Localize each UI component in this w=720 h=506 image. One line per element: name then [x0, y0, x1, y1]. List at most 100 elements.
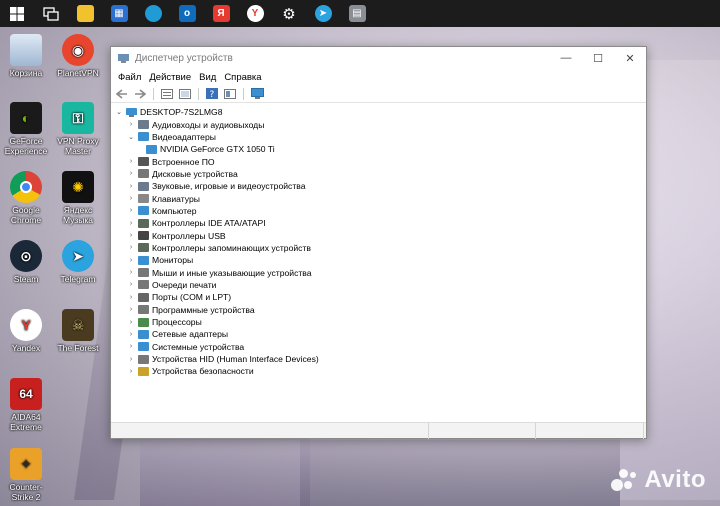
device-category-icon	[138, 354, 149, 364]
expand-chevron-icon[interactable]: ›	[126, 220, 136, 227]
expand-chevron-icon[interactable]: ›	[126, 158, 136, 165]
tree-category[interactable]: › Клавиатуры	[111, 192, 646, 204]
tree-category[interactable]: › Контроллеры USB	[111, 229, 646, 241]
expand-chevron-icon[interactable]: ›	[126, 356, 136, 363]
help-icon[interactable]: ?	[204, 87, 220, 101]
network-app-icon[interactable]: ▤	[340, 0, 374, 27]
tree-category[interactable]: ⌄ Видеоадаптеры	[111, 131, 646, 143]
tree-item-label: Контроллеры USB	[152, 230, 226, 241]
telegram-icon[interactable]: ➤	[306, 0, 340, 27]
expand-chevron-icon[interactable]: ›	[126, 244, 136, 251]
desktop-icon-steam[interactable]: ⊙ Steam	[0, 240, 52, 284]
telegram-icon: ➤	[62, 240, 94, 272]
device-category-icon	[138, 280, 149, 290]
toolbar: ?	[111, 85, 646, 103]
device-manager-icon	[118, 53, 129, 63]
forward-arrow-icon[interactable]	[132, 87, 148, 101]
expand-chevron-icon[interactable]: ›	[126, 207, 136, 214]
expand-chevron-icon[interactable]: ›	[126, 368, 136, 375]
tree-category[interactable]: › Контроллеры запоминающих устройств	[111, 242, 646, 254]
tree-item-label: Аудиовходы и аудиовыходы	[152, 119, 265, 130]
task-view-icon[interactable]	[34, 0, 68, 27]
store-icon[interactable]: ▦	[102, 0, 136, 27]
desktop-icon-chrome[interactable]: Google Chrome	[0, 171, 52, 225]
menu-view[interactable]: Вид	[195, 72, 220, 83]
geforce-icon: ◐	[10, 102, 42, 134]
outlook-icon[interactable]: o	[170, 0, 204, 27]
tree-category[interactable]: › Мониторы	[111, 254, 646, 266]
expand-chevron-icon[interactable]: ›	[126, 183, 136, 190]
tree-device-item[interactable]: NVIDIA GeForce GTX 1050 Ti	[111, 143, 646, 155]
driver-icon[interactable]	[222, 87, 238, 101]
expand-chevron-icon[interactable]: ›	[126, 170, 136, 177]
desktop-icon-planetvpn[interactable]: ◉ PlanetVPN	[52, 34, 104, 78]
tree-item-label: Компьютер	[152, 205, 197, 216]
device-category-icon	[138, 206, 149, 216]
expand-chevron-icon[interactable]: ›	[126, 343, 136, 350]
tree-category[interactable]: › Мыши и иные указывающие устройства	[111, 266, 646, 278]
menu-file[interactable]: Файл	[114, 72, 145, 83]
desktop-icon-yandex[interactable]: Y Yandex	[0, 309, 52, 353]
title-bar[interactable]: Диспетчер устройств — ☐ ✕	[111, 47, 646, 69]
menu-help[interactable]: Справка	[220, 72, 265, 83]
desktop-icon-geforce[interactable]: ◐ GeForce Experience	[0, 102, 52, 156]
collapse-chevron-icon[interactable]: ⌄	[126, 133, 136, 141]
desktop-icon-recycle-bin[interactable]: Корзина	[0, 34, 52, 78]
device-list-icon[interactable]	[177, 87, 193, 101]
desktop-icon-the-forest[interactable]: ☠ The Forest	[52, 309, 104, 353]
expand-chevron-icon[interactable]: ›	[126, 319, 136, 326]
aida64-icon: 64	[10, 378, 42, 410]
file-explorer-icon[interactable]	[68, 0, 102, 27]
tree-item-label: Процессоры	[152, 317, 202, 328]
maximize-button[interactable]: ☐	[582, 47, 614, 69]
tree-category[interactable]: › Сетевые адаптеры	[111, 328, 646, 340]
expand-chevron-icon[interactable]: ›	[126, 269, 136, 276]
tree-category[interactable]: › Программные устройства	[111, 304, 646, 316]
desktop-icon-yandex-music[interactable]: ✺ Яндекс Музыка	[52, 171, 104, 225]
expand-chevron-icon[interactable]: ›	[126, 195, 136, 202]
expand-chevron-icon[interactable]: ›	[126, 331, 136, 338]
back-arrow-icon[interactable]	[114, 87, 130, 101]
tree-category[interactable]: › Устройства HID (Human Interface Devices…	[111, 353, 646, 365]
taskbar: ▦ o Я Y ⚙ ➤ ▤	[0, 0, 720, 27]
tree-category[interactable]: › Процессоры	[111, 316, 646, 328]
tree-category[interactable]: › Звуковые, игровые и видеоустройства	[111, 180, 646, 192]
tree-category[interactable]: › Дисковые устройства	[111, 168, 646, 180]
close-button[interactable]: ✕	[614, 47, 646, 69]
expand-chevron-icon[interactable]: ›	[126, 306, 136, 313]
tree-category[interactable]: › Системные устройства	[111, 341, 646, 353]
settings-gear-icon[interactable]: ⚙	[272, 0, 306, 27]
device-tree: ⌄ DESKTOP-7S2LMG8 › Аудиовходы и аудиовых…	[111, 104, 646, 422]
expand-chevron-icon[interactable]: ›	[126, 257, 136, 264]
tree-category[interactable]: › Аудиовходы и аудиовыходы	[111, 118, 646, 130]
tree-item-label: Мониторы	[152, 255, 194, 266]
chrome-icon	[10, 171, 42, 203]
properties-view-icon[interactable]	[159, 87, 175, 101]
tree-category[interactable]: › Порты (COM и LPT)	[111, 291, 646, 303]
tree-category[interactable]: › Устройства безопасности	[111, 365, 646, 377]
windows-start-icon[interactable]	[0, 0, 34, 27]
tree-category[interactable]: › Контроллеры IDE ATA/ATAPI	[111, 217, 646, 229]
edge-icon[interactable]	[136, 0, 170, 27]
scan-hardware-monitor-icon[interactable]	[249, 87, 265, 101]
expand-chevron-icon[interactable]: ›	[126, 121, 136, 128]
desktop-icon-aida64[interactable]: 64 AIDA64 Extreme	[0, 378, 52, 432]
desktop-icon-label: Google Chrome	[10, 205, 42, 225]
svg-text:?: ?	[210, 90, 215, 99]
expand-chevron-icon[interactable]: ›	[126, 232, 136, 239]
tree-root[interactable]: ⌄ DESKTOP-7S2LMG8	[111, 106, 646, 118]
minimize-button[interactable]: —	[550, 47, 582, 69]
tree-category[interactable]: › Встроенное ПО	[111, 155, 646, 167]
menu-action[interactable]: Действие	[145, 72, 195, 83]
collapse-chevron-icon[interactable]: ⌄	[114, 108, 124, 116]
tree-category[interactable]: › Компьютер	[111, 205, 646, 217]
device-category-icon	[138, 218, 149, 228]
yandex-browser-icon[interactable]: Я	[204, 0, 238, 27]
desktop-icon-vpn-proxy[interactable]: ⚿ VPN Proxy Master	[52, 102, 104, 156]
expand-chevron-icon[interactable]: ›	[126, 281, 136, 288]
desktop-icon-counter-strike[interactable]: ✦ Counter-Strike 2	[0, 448, 52, 502]
desktop-icon-telegram[interactable]: ➤ Telegram	[52, 240, 104, 284]
tree-category[interactable]: › Очереди печати	[111, 279, 646, 291]
expand-chevron-icon[interactable]: ›	[126, 294, 136, 301]
yandex-browser-alt-icon[interactable]: Y	[238, 0, 272, 27]
